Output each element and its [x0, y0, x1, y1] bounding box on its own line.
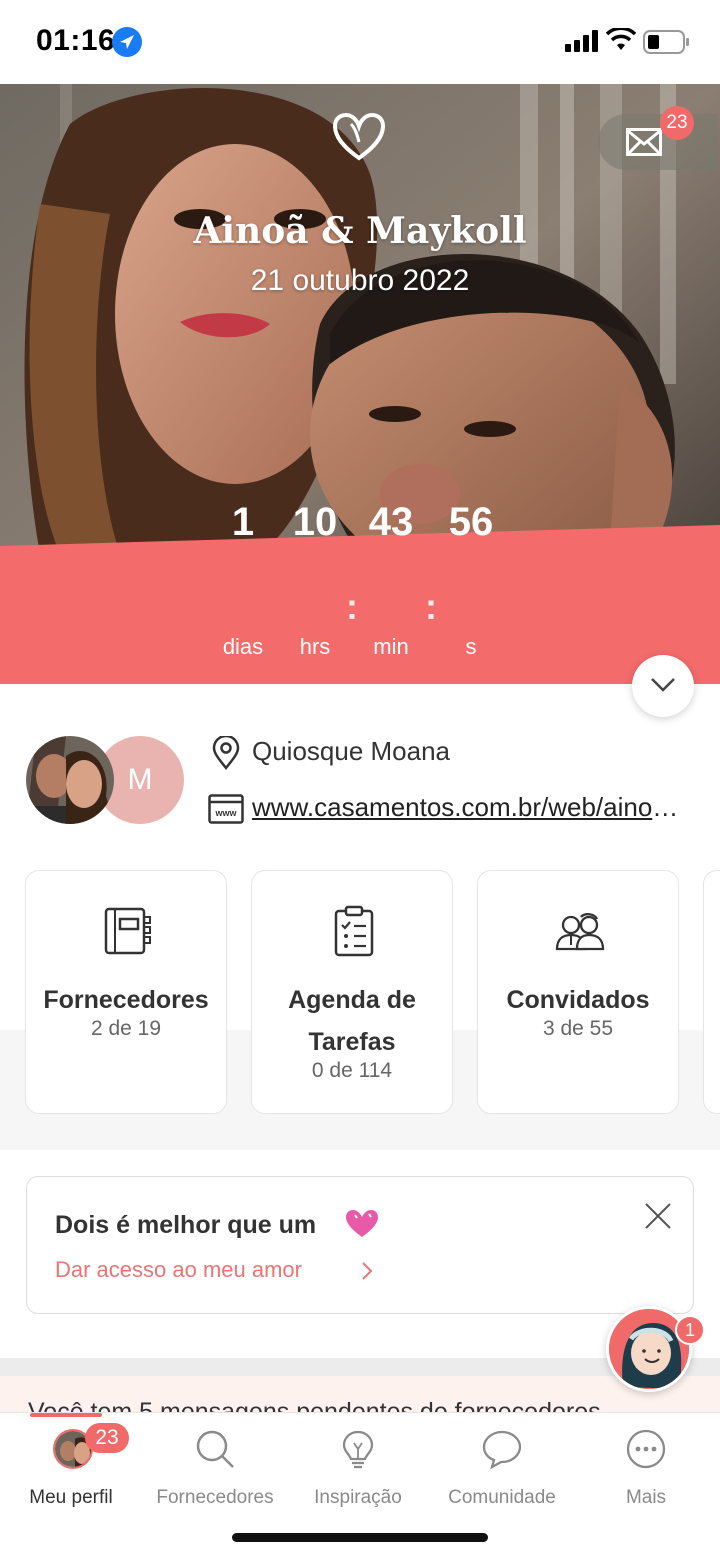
card-agenda-tarefas[interactable]: Agenda de Tarefas 0 de 114 [251, 870, 453, 1114]
venue-name: Quiosque Moana [252, 736, 451, 766]
couple-names: Ainoã & Maykoll [193, 210, 527, 252]
assistant-badge: 1 [675, 1315, 705, 1345]
card-count: 3 de 55 [542, 1017, 614, 1040]
card-convidados[interactable]: Convidados 3 de 55 [477, 870, 679, 1114]
tab-mais[interactable]: Mais [576, 1427, 716, 1517]
countdown-seconds-label: s [465, 634, 477, 659]
cellular-signal-icon [565, 30, 598, 52]
card-title: Agenda de Tarefas [288, 986, 416, 1056]
card-title: Convidados [506, 986, 650, 1014]
tab-label: Comunidade [448, 1487, 556, 1508]
mail-badge: 23 [660, 106, 694, 140]
countdown-seconds: 56 [448, 500, 494, 544]
countdown-minutes-label: min [373, 634, 409, 659]
pending-messages-banner[interactable]: Você tem 5 mensagens pendentes de fornec… [0, 1376, 720, 1416]
promo-card: Dois é melhor que um Dar acesso ao meu a… [26, 1176, 694, 1314]
tab-inspiracao[interactable]: Inspiração [288, 1427, 428, 1517]
tab-label: Fornecedores [156, 1487, 274, 1508]
chevron-down-icon [651, 678, 675, 692]
tab-label: Meu perfil [29, 1487, 113, 1508]
tab-meu-perfil[interactable]: 23 Meu perfil [1, 1423, 141, 1517]
tab-comunidade[interactable]: Comunidade [432, 1427, 572, 1517]
hero-section: 23 Ainoã & Maykoll 21 outubro 2022 [0, 84, 720, 684]
active-tab-indicator [30, 1413, 102, 1417]
guests-icon [555, 913, 605, 951]
location-pin-icon [212, 736, 240, 770]
lightbulb-icon [342, 1430, 374, 1469]
chevron-right-icon [362, 1262, 373, 1280]
promo-title: Dois é melhor que um [55, 1211, 317, 1239]
close-icon[interactable] [643, 1201, 673, 1231]
svg-text:www: www [214, 808, 237, 818]
card-next-partial[interactable] [703, 870, 720, 1114]
profile-tab-badge: 23 [85, 1423, 129, 1453]
card-count: 0 de 114 [311, 1059, 393, 1082]
collapse-hero-button[interactable] [632, 655, 694, 717]
tab-fornecedores[interactable]: Fornecedores [145, 1427, 285, 1517]
card-fornecedores[interactable]: Fornecedores 2 de 19 [25, 870, 227, 1114]
promo-link[interactable]: Dar acesso ao meu amor [55, 1257, 302, 1283]
location-arrow-icon [112, 27, 142, 57]
checklist-icon [334, 905, 374, 957]
tab-label: Inspiração [314, 1487, 402, 1508]
website-link[interactable]: www.casamentos.com.br/web/ainoa-e-maykol… [252, 792, 682, 823]
tab-label: Mais [625, 1487, 667, 1508]
countdown-separator: : [346, 586, 358, 627]
notebook-icon [104, 907, 151, 955]
couple-photo [0, 84, 720, 684]
battery-icon [643, 30, 689, 54]
couple-avatar[interactable] [26, 736, 114, 824]
mail-icon [626, 128, 662, 156]
inbox-button[interactable] [598, 114, 718, 170]
wedding-date: 21 outubro 2022 [250, 264, 470, 297]
app-screen: 01:16 23 Ainoã & Maykoll 21 outubro 2022… [0, 0, 720, 1557]
home-indicator [232, 1533, 488, 1542]
wifi-icon [606, 28, 636, 50]
heart-logo-icon [332, 112, 386, 161]
couple-avatar-image [26, 736, 114, 824]
card-count: 2 de 19 [90, 1017, 162, 1040]
status-time: 01:16 [36, 24, 116, 57]
search-icon [196, 1430, 234, 1468]
chat-bubble-icon [482, 1430, 522, 1469]
countdown-separator: : [425, 586, 437, 627]
more-icon [626, 1429, 666, 1469]
countdown-minutes: 43 [368, 500, 414, 544]
status-bar: 01:16 [0, 0, 720, 84]
website-icon: www [208, 794, 244, 824]
sparkling-heart-icon [346, 1210, 378, 1237]
card-title: Fornecedores [43, 986, 209, 1014]
